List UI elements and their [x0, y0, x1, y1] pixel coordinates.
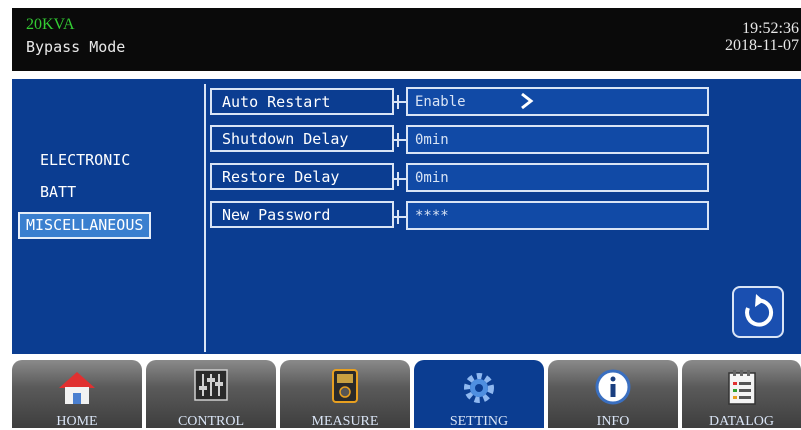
info-icon — [595, 369, 631, 405]
setting-label-auto-restart: Auto Restart — [210, 88, 394, 115]
control-sliders-icon — [194, 369, 228, 401]
refresh-icon — [745, 294, 774, 327]
operating-mode: Bypass Mode — [26, 38, 126, 56]
home-icon — [59, 372, 95, 404]
clock-date: 2018-11-07 — [724, 37, 799, 54]
setting-value-shutdown-delay[interactable]: 0min — [406, 125, 709, 154]
settings-panel: ELECTRONIC BATT MISCELLANEOUS Auto Resta… — [12, 79, 801, 354]
setting-label-new-password: New Password — [210, 201, 394, 228]
clock-time: 19:52:36 — [742, 20, 799, 37]
ups-model: 20KVA — [26, 16, 75, 33]
setting-value-new-password[interactable]: **** — [406, 201, 709, 230]
status-header: 20KVA Bypass Mode 19:52:36 2018-11-07 — [12, 8, 801, 71]
gear-icon — [464, 373, 494, 403]
multimeter-icon — [332, 369, 358, 403]
tab-info[interactable]: INFO — [548, 360, 678, 429]
bottom-nav: HOME CONTROL MEASURE SETTING INFO DATALO… — [12, 360, 801, 429]
tab-control[interactable]: CONTROL — [146, 360, 276, 429]
refresh-button[interactable] — [732, 286, 784, 338]
tab-setting[interactable]: SETTING — [414, 360, 544, 429]
datalog-notepad-icon — [727, 370, 756, 405]
tab-datalog[interactable]: DATALOG — [682, 360, 801, 429]
category-miscellaneous[interactable]: MISCELLANEOUS — [18, 212, 152, 239]
clock: 19:52:36 2018-11-07 — [725, 20, 799, 54]
auto-restart-value: Enable — [415, 94, 466, 110]
chevron-right-icon[interactable] — [518, 92, 536, 110]
tab-measure[interactable]: MEASURE — [280, 360, 410, 429]
setting-label-shutdown-delay: Shutdown Delay — [210, 125, 394, 152]
tab-home[interactable]: HOME — [12, 360, 142, 429]
category-electronic[interactable]: ELECTRONIC — [40, 151, 130, 169]
setting-label-restore-delay: Restore Delay — [210, 163, 394, 190]
category-batt[interactable]: BATT — [40, 183, 76, 201]
panel-divider — [204, 84, 206, 352]
setting-value-restore-delay[interactable]: 0min — [406, 163, 709, 192]
setting-value-auto-restart[interactable]: Enable — [406, 87, 709, 116]
